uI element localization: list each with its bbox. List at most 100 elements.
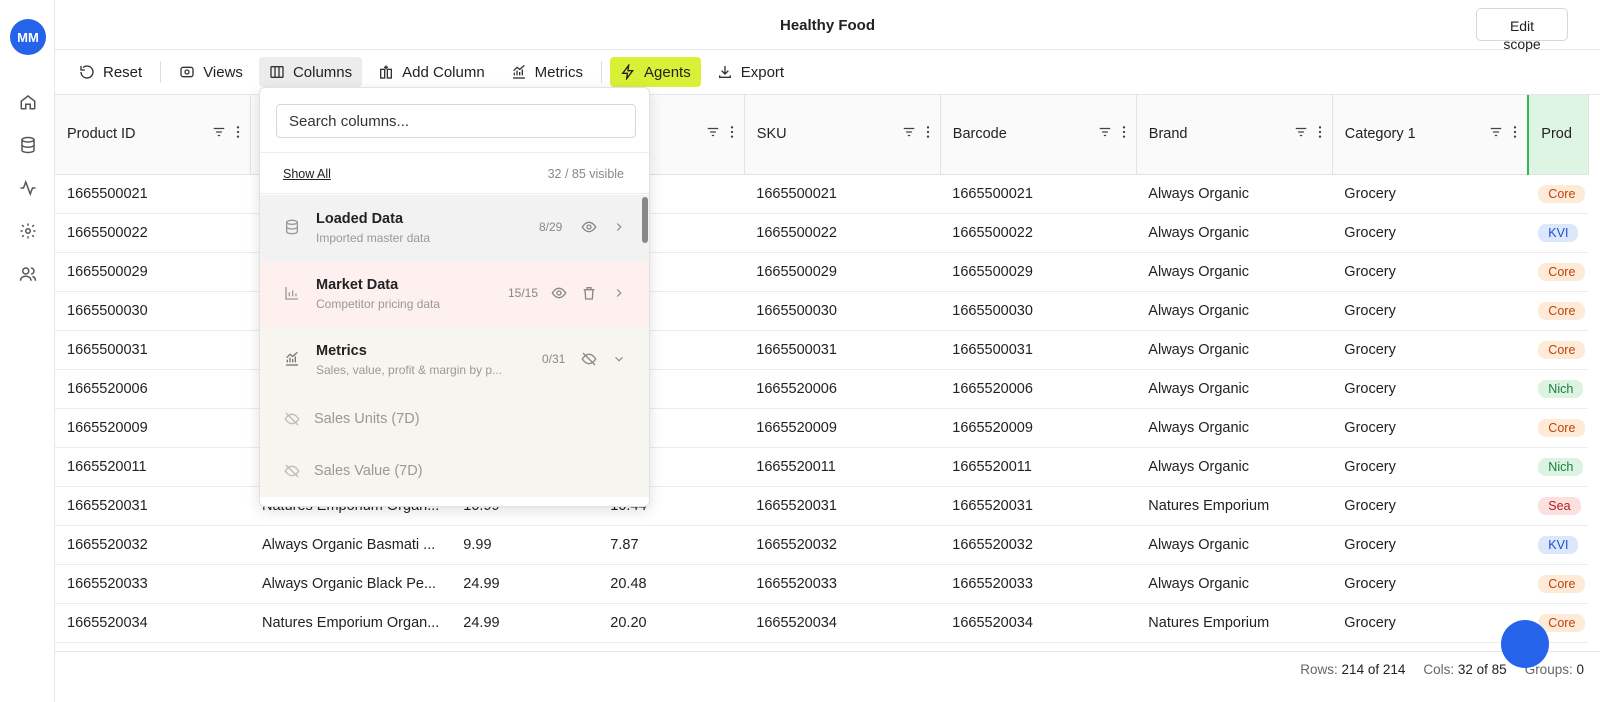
table-cell[interactable]: Core xyxy=(1528,408,1589,448)
table-cell[interactable]: 1665520033 xyxy=(55,564,250,604)
chevron-right-icon[interactable] xyxy=(612,219,626,238)
more-vertical-icon[interactable] xyxy=(1318,125,1322,143)
views-button[interactable]: Views xyxy=(169,57,253,87)
table-cell[interactable]: 1665500022 xyxy=(744,213,941,253)
table-cell[interactable]: Natures Emporium xyxy=(1136,486,1333,526)
table-cell[interactable]: Natures Emporium Organ... xyxy=(250,603,452,643)
table-cell[interactable]: Always Organic xyxy=(1136,564,1333,604)
edit-scope-button[interactable]: Edit scope xyxy=(1476,8,1568,52)
table-cell[interactable]: 1665500031 xyxy=(55,330,250,370)
activity-icon[interactable] xyxy=(16,176,40,200)
table-cell[interactable]: 24.99 xyxy=(451,564,599,604)
table-cell[interactable]: 24.99 xyxy=(451,603,599,643)
table-cell[interactable]: 1665520034 xyxy=(744,603,941,643)
table-cell[interactable]: Always Organic xyxy=(1136,330,1333,370)
table-cell[interactable]: Core xyxy=(1528,564,1589,604)
table-cell[interactable]: Always Organic xyxy=(1136,525,1333,565)
column-header[interactable]: Brand xyxy=(1136,95,1333,175)
column-header[interactable]: Category 1 xyxy=(1332,95,1529,175)
table-cell[interactable]: Grocery xyxy=(1332,564,1529,604)
table-cell[interactable]: 20.20 xyxy=(598,603,745,643)
filter-icon[interactable] xyxy=(1489,125,1503,143)
table-cell[interactable]: Grocery xyxy=(1332,213,1529,253)
table-cell[interactable]: Grocery xyxy=(1332,603,1529,643)
table-cell[interactable]: 1665520034 xyxy=(940,603,1137,643)
table-cell[interactable]: 1665520009 xyxy=(940,408,1137,448)
column-header[interactable]: SKU xyxy=(744,95,941,175)
filter-icon[interactable] xyxy=(212,125,226,143)
table-cell[interactable]: Always Organic xyxy=(1136,447,1333,487)
table-cell[interactable]: 1665520011 xyxy=(744,447,941,487)
table-cell[interactable]: Core xyxy=(1528,174,1589,214)
table-cell[interactable]: 1665520006 xyxy=(55,369,250,409)
table-cell[interactable]: Grocery xyxy=(1332,252,1529,292)
table-cell[interactable]: 1665500021 xyxy=(744,174,941,214)
show-all-link[interactable]: Show All xyxy=(283,167,331,181)
table-cell[interactable]: 1665500031 xyxy=(940,330,1137,370)
table-cell[interactable]: Grocery xyxy=(1332,369,1529,409)
table-cell[interactable]: 1665520031 xyxy=(55,486,250,526)
table-cell[interactable]: 1665520011 xyxy=(940,447,1137,487)
table-cell[interactable]: Grocery xyxy=(1332,291,1529,331)
search-columns-input[interactable] xyxy=(276,104,636,138)
database-icon[interactable] xyxy=(16,133,40,157)
filter-icon[interactable] xyxy=(1098,125,1112,143)
eye-off-icon[interactable] xyxy=(284,463,300,482)
popover-scrollbar[interactable] xyxy=(642,197,648,243)
table-cell[interactable]: Grocery xyxy=(1332,486,1529,526)
metric-column-item[interactable]: Sales Units (7D) xyxy=(260,393,649,445)
table-cell[interactable]: Grocery xyxy=(1332,330,1529,370)
trash-icon[interactable] xyxy=(581,285,597,304)
eye-icon[interactable] xyxy=(581,219,597,238)
table-cell[interactable]: 1665500030 xyxy=(940,291,1137,331)
metric-column-item[interactable]: Sales Value (7D) xyxy=(260,445,649,497)
table-row[interactable]: 1665520034 Natures Emporium Organ... 24.99… xyxy=(55,603,1589,643)
eye-off-icon[interactable] xyxy=(581,351,597,370)
add-column-button[interactable]: Add Column xyxy=(368,57,495,87)
table-cell[interactable]: Grocery xyxy=(1332,447,1529,487)
filter-icon[interactable] xyxy=(706,125,720,143)
filter-icon[interactable] xyxy=(902,125,916,143)
table-cell[interactable]: 1665520011 xyxy=(55,447,250,487)
table-cell[interactable]: Always Organic xyxy=(1136,252,1333,292)
table-cell[interactable]: 1665500021 xyxy=(55,174,250,214)
group-metrics[interactable]: Metrics Sales, value, profit & margin by… xyxy=(260,327,649,393)
table-cell[interactable]: 1665520032 xyxy=(744,525,941,565)
chevron-down-icon[interactable] xyxy=(612,351,626,370)
more-vertical-icon[interactable] xyxy=(236,125,240,143)
table-cell[interactable]: Always Organic Black Pe... xyxy=(250,564,452,604)
group-loaded-data[interactable]: Loaded Data Imported master data 8/29 xyxy=(260,195,649,261)
table-row[interactable]: 1665520033 Always Organic Black Pe... 24.9… xyxy=(55,564,1589,604)
columns-button[interactable]: Columns xyxy=(258,57,363,87)
table-cell[interactable]: 1665520032 xyxy=(55,525,250,565)
more-vertical-icon[interactable] xyxy=(1513,125,1517,143)
filter-icon[interactable] xyxy=(1294,125,1308,143)
users-icon[interactable] xyxy=(16,262,40,286)
table-cell[interactable]: 1665520033 xyxy=(940,564,1137,604)
table-cell[interactable]: Grocery xyxy=(1332,174,1529,214)
table-cell[interactable]: 9.99 xyxy=(451,525,599,565)
reset-button[interactable]: Reset xyxy=(69,57,152,87)
table-cell[interactable]: Nich xyxy=(1528,369,1589,409)
table-cell[interactable]: 1665500022 xyxy=(940,213,1137,253)
table-cell[interactable]: Nich xyxy=(1528,447,1589,487)
table-cell[interactable]: Always Organic Basmati ... xyxy=(250,525,452,565)
table-cell[interactable]: 1665520034 xyxy=(55,603,250,643)
table-cell[interactable]: Core xyxy=(1528,330,1589,370)
column-header[interactable]: Product ID xyxy=(55,95,251,175)
table-cell[interactable]: KVI xyxy=(1528,213,1589,253)
table-cell[interactable]: Always Organic xyxy=(1136,213,1333,253)
table-cell[interactable]: Grocery xyxy=(1332,408,1529,448)
table-cell[interactable]: 1665500029 xyxy=(744,252,941,292)
home-icon[interactable] xyxy=(16,90,40,114)
table-cell[interactable]: 1665500029 xyxy=(55,252,250,292)
table-cell[interactable]: 1665520009 xyxy=(744,408,941,448)
table-cell[interactable]: 1665520031 xyxy=(940,486,1137,526)
table-cell[interactable]: 20.48 xyxy=(598,564,745,604)
avatar[interactable]: MM xyxy=(10,19,46,55)
gear-icon[interactable] xyxy=(16,219,40,243)
table-cell[interactable]: 1665520031 xyxy=(744,486,941,526)
table-cell[interactable]: 1665520009 xyxy=(55,408,250,448)
table-cell[interactable]: Core xyxy=(1528,291,1589,331)
eye-icon[interactable] xyxy=(551,285,567,304)
